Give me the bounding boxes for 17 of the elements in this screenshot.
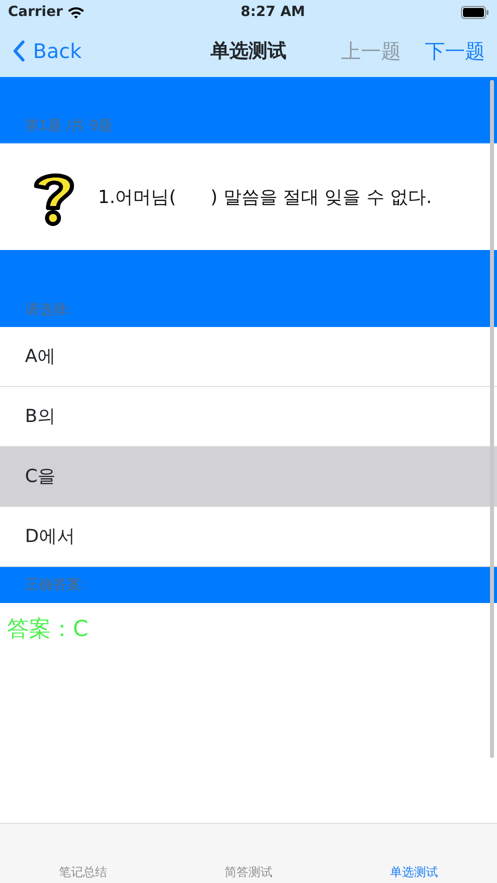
back-button[interactable]: Back: [12, 36, 82, 66]
answer-text: 答案：C: [6, 616, 90, 644]
answer-heading: 正确答案:: [25, 576, 86, 594]
battery-icon: [460, 6, 489, 19]
tab[interactable]: 简答测试: [166, 863, 332, 883]
progress-label: 第1题 /共 9题: [25, 117, 112, 136]
option-row[interactable]: C을: [0, 447, 497, 507]
tab[interactable]: 单选测试: [331, 863, 497, 883]
wifi-icon: [66, 6, 85, 19]
tab[interactable]: 笔记总结: [0, 863, 166, 883]
back-chevron-icon: [12, 40, 25, 62]
choose-label: 请选择:: [25, 301, 72, 320]
nav-title: 单选测试: [210, 40, 286, 62]
next-button[interactable]: 下一题: [425, 36, 485, 66]
question-text: 1.어머님( ) 말씀을 절대 잊을 수 없다.: [98, 186, 432, 210]
carrier-label: Carrier: [8, 3, 63, 22]
status-time: 8:27 AM: [240, 3, 306, 22]
